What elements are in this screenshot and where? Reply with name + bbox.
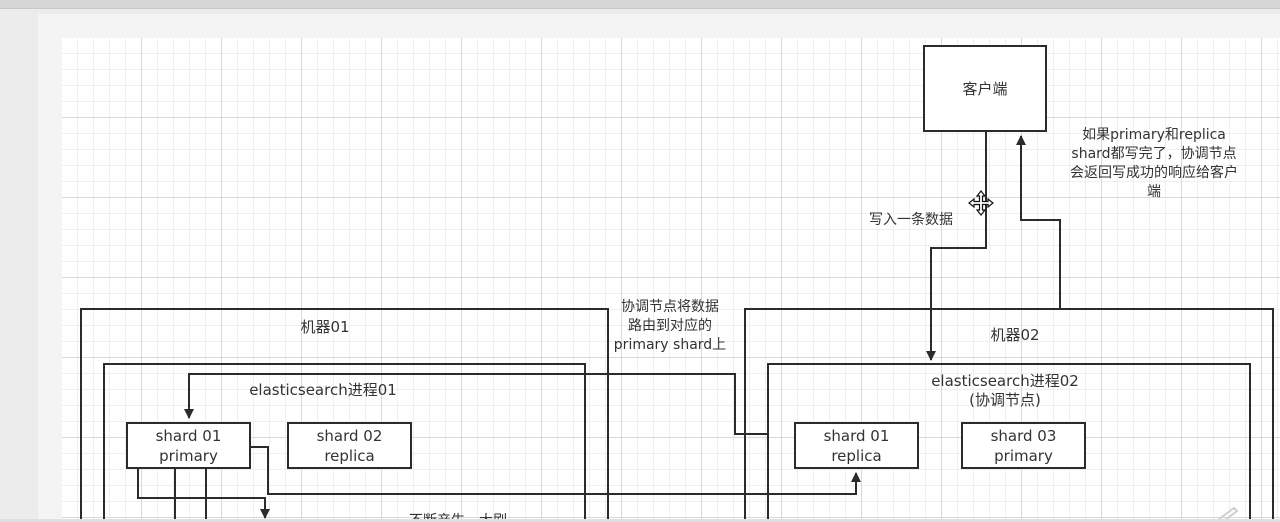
m1-shard01-role: primary	[159, 446, 218, 465]
response-label-line-2: shard都写完了，协调节点	[1071, 146, 1237, 162]
process02-label: elasticsearch进程02 (协调节点)	[915, 372, 1095, 410]
route-label-line-2: 路由到对应的	[628, 318, 712, 334]
response-label: 如果primary和replica shard都写完了，协调节点 会返回写成功的…	[1052, 126, 1256, 202]
m2-shard03-name: shard 03	[990, 426, 1057, 445]
process02-label-name: elasticsearch进程02	[931, 372, 1079, 390]
m2-shard01-name: shard 01	[823, 426, 890, 445]
write-data-label: 写入一条数据	[869, 212, 953, 228]
m1-shard02-text: shard 02 replica	[288, 423, 411, 468]
route-label-line-3: primary shard上	[613, 337, 727, 353]
route-label: 协调节点将数据 路由到对应的 primary shard上	[600, 298, 740, 355]
client-label-text: 客户端	[962, 79, 1008, 98]
primary-down-line-1	[137, 468, 270, 519]
route-label-line-1: 协调节点将数据	[621, 299, 719, 315]
m1-shard02-role: replica	[324, 446, 375, 465]
machine01-label: 机器01	[300, 318, 350, 336]
response-label-line-3: 会返回写成功的响应给客户	[1070, 165, 1238, 181]
m1-shard02-name: shard 02	[316, 426, 383, 445]
m2-shard01-role: replica	[831, 446, 882, 465]
m2-shard03-text: shard 03 primary	[962, 423, 1085, 468]
m2-shard03-role: primary	[994, 446, 1053, 465]
client-label: 客户端	[924, 46, 1046, 131]
m1-shard01-name: shard 01	[155, 426, 222, 445]
machine01-box[interactable]	[80, 308, 609, 522]
m1-shard01-text: shard 01 primary	[127, 423, 250, 468]
response-label-line-1: 如果primary和replica	[1082, 127, 1226, 143]
process02-label-note: (协调节点)	[969, 391, 1041, 409]
move-cursor-icon	[968, 190, 994, 216]
machine02-label: 机器02	[990, 326, 1040, 344]
m2-shard01-text: shard 01 replica	[795, 423, 918, 468]
response-label-line-4: 端	[1147, 184, 1161, 200]
process01-label: elasticsearch进程01	[249, 381, 397, 399]
